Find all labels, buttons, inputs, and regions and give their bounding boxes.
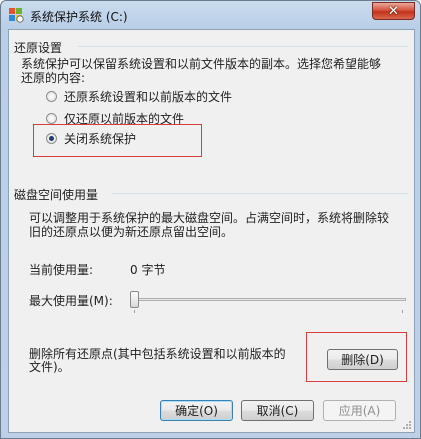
highlight-box	[33, 124, 202, 157]
system-protection-icon	[9, 8, 24, 23]
max-usage-label: 最大使用量(M):	[29, 294, 113, 308]
slider-tick	[402, 310, 403, 313]
radio-button[interactable]	[46, 91, 57, 102]
restore-description-line1: 系统保护可以保留系统设置和以前文件版本的副本。选择您希望能够	[21, 57, 382, 71]
delete-description-line2: 文件)。	[29, 360, 70, 374]
dialog-content: 还原设置 系统保护可以保留系统设置和以前文件版本的副本。选择您希望能够 还原的内…	[8, 29, 415, 433]
radio-restore-settings-and-files[interactable]: 还原系统设置和以前版本的文件	[46, 88, 232, 105]
apply-button[interactable]: 应用(A)	[323, 400, 396, 421]
current-usage-label: 当前使用量:	[29, 263, 94, 277]
ok-button[interactable]: 确定(O)	[160, 400, 233, 421]
slider-thumb[interactable]	[130, 291, 139, 308]
disk-space-title: 磁盘空间使用量	[14, 186, 99, 203]
restore-description-line2: 还原的内容:	[21, 71, 86, 85]
title-bar[interactable]: 系统保护系统 (C:) ✕	[1, 1, 420, 29]
delete-description-line1: 删除所有还原点(其中包括系统设置和以前版本的	[29, 347, 286, 361]
highlight-box	[306, 332, 407, 382]
radio-button[interactable]	[46, 113, 57, 124]
group-divider	[112, 193, 408, 194]
group-divider	[78, 46, 408, 47]
restore-settings-title: 还原设置	[14, 39, 63, 56]
close-icon: ✕	[388, 3, 399, 19]
window-title: 系统保护系统 (C:)	[30, 10, 128, 24]
cancel-button[interactable]: 取消(C)	[241, 400, 314, 421]
resize-grip-icon[interactable]	[402, 420, 412, 430]
dialog-window: 系统保护系统 (C:) ✕ 还原设置 系统保护可以保留系统设置和以前文件版本的副…	[0, 0, 421, 439]
close-button[interactable]: ✕	[372, 2, 415, 20]
radio-label: 还原系统设置和以前版本的文件	[64, 90, 233, 104]
slider-tick	[134, 310, 135, 313]
disk-description-line1: 可以调整用于系统保护的最大磁盘空间。占满空间时，系统将删除较	[29, 211, 390, 225]
disk-description-line2: 旧的还原点以便为新还原点留出空间。	[29, 225, 234, 239]
current-usage-value: 0 字节	[130, 263, 166, 277]
slider-track[interactable]	[131, 298, 406, 301]
